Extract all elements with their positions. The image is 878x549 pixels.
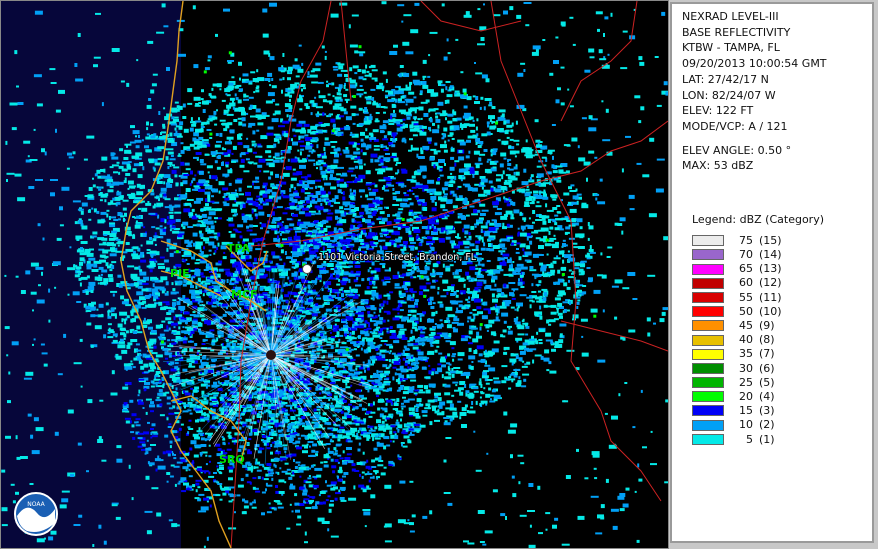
legend-swatch [692,235,724,247]
legend-row: 60 (12) [692,276,872,290]
legend-swatch [692,263,724,275]
legend-row: 75 (15) [692,234,872,248]
info-panel: NEXRAD LEVEL-III BASE REFLECTIVITY KTBW … [670,2,874,543]
legend-swatch [692,249,724,261]
max-dbz-line: MAX: 53 dBZ [682,159,754,173]
legend-row: 50 (10) [692,305,872,319]
station-line: KTBW - TAMPA, FL [682,41,780,55]
mode-vcp-line: MODE/VCP: A / 121 [682,119,788,133]
elev-angle-line: ELEV ANGLE: 0.50 ° [682,143,792,157]
radar-map-canvas[interactable]: TPA PIE MCF SRQ 1101 Victoria Street, Br… [1,1,668,548]
site-label-mcf: MCF [231,288,258,301]
noaa-logo-text: NOAA [27,501,45,508]
legend-row: 45 (9) [692,319,872,333]
legend-swatch [692,291,724,303]
legend-swatch [692,405,724,417]
location-label: 1101 Victoria Street, Brandon, FL [318,252,477,263]
datetime-line: 09/20/2013 10:00:54 GMT [682,57,827,71]
site-label-srq: SRQ [219,453,245,466]
legend-row: 10 (2) [692,418,872,432]
legend-row: 65 (13) [692,262,872,276]
legend-category: (1) [759,432,775,446]
site-label-tpa: TPA [227,242,251,255]
radar-site-marker [266,350,276,360]
longitude-line: LON: 82/24/07 W [682,88,776,102]
legend-swatch [692,419,724,431]
legend-row: 20 (4) [692,390,872,404]
site-label-pie: PIE [170,267,190,280]
legend-swatch [692,377,724,389]
product-type-line: BASE REFLECTIVITY [682,25,791,39]
legend-swatch [692,391,724,403]
elevation-line: ELEV: 122 FT [682,104,754,118]
legend-row: 15 (3) [692,404,872,418]
legend-swatch [692,362,724,374]
legend-row: 55 (11) [692,290,872,304]
legend-swatch [692,348,724,360]
legend-swatch [692,433,724,445]
product-line: NEXRAD LEVEL-III [682,10,779,23]
legend-swatch [692,320,724,332]
legend-dbz-value: 5 [746,432,753,446]
legend-swatch [692,334,724,346]
legend-row: 25 (5) [692,376,872,390]
legend-title: Legend: dBZ (Category) [692,213,824,227]
latitude-line: LAT: 27/42/17 N [682,72,769,86]
legend-swatch [692,277,724,289]
legend-row: 35 (7) [692,347,872,361]
radar-map[interactable]: TPA PIE MCF SRQ 1101 Victoria Street, Br… [0,0,669,549]
legend-swatch [692,306,724,318]
legend: 75 (15) 70 (14) 65 (13) 60 (12) 55 (11) 50 (10) 45 (9… [692,234,872,447]
location-pin[interactable] [302,264,312,274]
water-area [1,1,181,548]
noaa-logo: NOAA [14,492,58,536]
legend-row: 40 (8) [692,333,872,347]
legend-row: 70 (14) [692,248,872,262]
legend-row: 30 (6) [692,361,872,375]
legend-row: 5 (1) [692,432,872,446]
